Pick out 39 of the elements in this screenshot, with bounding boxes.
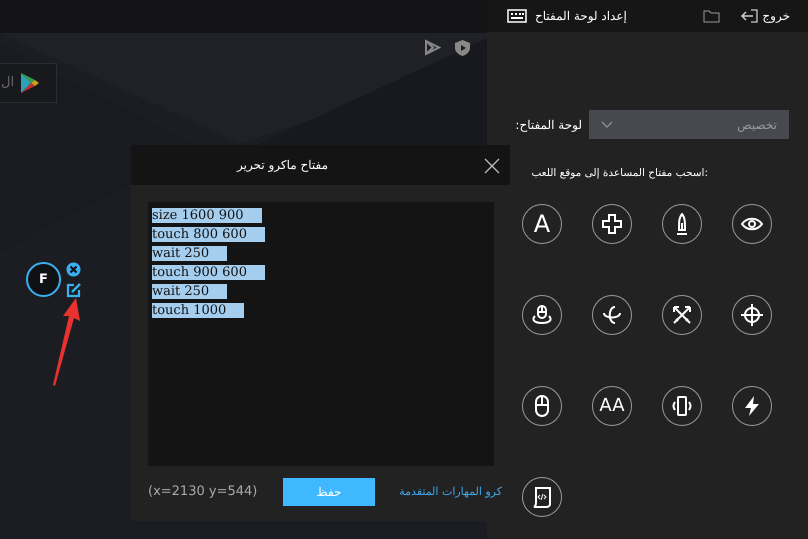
cross-icon bbox=[601, 212, 623, 235]
chevron-icon bbox=[601, 121, 613, 128]
hint-text: اسحب مفتاح المساعدة إلى موقع اللعب: bbox=[530, 166, 709, 181]
script-icon bbox=[531, 486, 553, 508]
exit-icon bbox=[740, 9, 760, 23]
skill-button[interactable] bbox=[522, 386, 562, 426]
shield-icon[interactable] bbox=[454, 39, 471, 57]
skill-button[interactable] bbox=[662, 386, 702, 426]
keyboard-label: :لوحة المفتاح bbox=[515, 116, 582, 134]
skill-button[interactable] bbox=[662, 294, 702, 335]
key-marker[interactable]: F bbox=[26, 262, 61, 297]
store-label: ال bbox=[1, 74, 14, 92]
dialog-title: مفتاح ماكرو تحرير bbox=[237, 157, 328, 174]
skill-button[interactable] bbox=[522, 476, 562, 517]
skill-button[interactable] bbox=[732, 204, 772, 244]
edit-icon[interactable] bbox=[66, 283, 82, 298]
play-icon bbox=[20, 72, 40, 94]
key-button[interactable]: AA bbox=[592, 386, 632, 426]
skill-button[interactable] bbox=[732, 294, 772, 335]
mouse-rotate-icon bbox=[531, 304, 553, 326]
keyboard-icon bbox=[507, 9, 527, 23]
phone-shake-icon bbox=[671, 394, 693, 417]
key-button[interactable]: A bbox=[522, 204, 562, 244]
close-button[interactable] bbox=[484, 156, 500, 174]
code-editor[interactable]: size 1600 900 touch 800 600 wait 250 touch 900 600 wait 250 touch 1000 bbox=[148, 202, 494, 466]
play-icon[interactable] bbox=[424, 39, 441, 56]
skill-button[interactable] bbox=[592, 294, 632, 335]
coordinates-text: (x=2130 y=544) bbox=[148, 483, 258, 502]
close-icon[interactable] bbox=[66, 262, 81, 277]
skill-button[interactable] bbox=[592, 204, 632, 244]
skill-button[interactable] bbox=[662, 204, 702, 244]
advanced-macro-link[interactable]: كرو المهارات المتقدمة bbox=[399, 484, 502, 500]
skill-button[interactable] bbox=[732, 386, 772, 426]
folder-icon[interactable] bbox=[703, 10, 720, 22]
exit-button[interactable]: خروج bbox=[740, 7, 790, 25]
orbit-icon bbox=[601, 304, 623, 326]
skill-button[interactable] bbox=[522, 294, 562, 335]
crosshair-icon bbox=[741, 304, 763, 326]
panel-title: إعداد لوحة المفتاح bbox=[535, 8, 627, 25]
